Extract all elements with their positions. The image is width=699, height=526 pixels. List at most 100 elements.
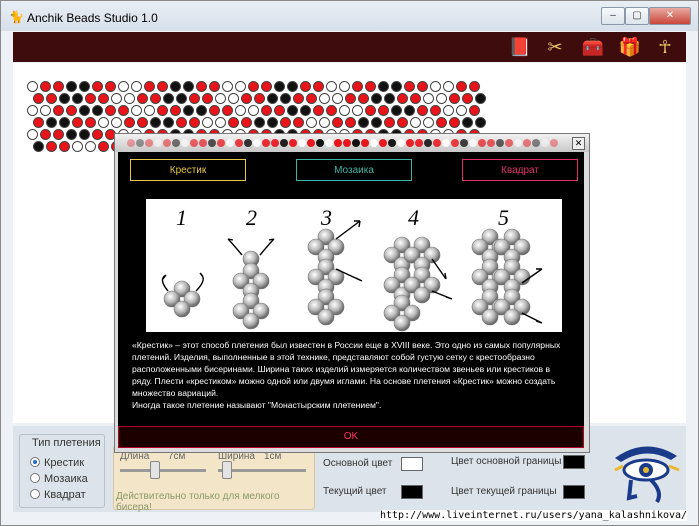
bead[interactable]	[189, 93, 200, 104]
radio-mozaika[interactable]: Мозаика	[30, 473, 88, 485]
bead[interactable]	[397, 117, 408, 128]
bead[interactable]	[137, 93, 148, 104]
bead[interactable]	[293, 93, 304, 104]
bead[interactable]	[144, 81, 155, 92]
bead[interactable]	[378, 81, 389, 92]
bead[interactable]	[365, 81, 376, 92]
bead[interactable]	[40, 129, 51, 140]
bead[interactable]	[410, 117, 421, 128]
bead[interactable]	[313, 81, 324, 92]
bead[interactable]	[332, 93, 343, 104]
bead[interactable]	[59, 117, 70, 128]
bead[interactable]	[85, 117, 96, 128]
radio-krestik[interactable]: Крестик	[30, 457, 84, 469]
bead[interactable]	[326, 105, 337, 116]
bead[interactable]	[443, 81, 454, 92]
bead[interactable]	[287, 81, 298, 92]
bead[interactable]	[98, 117, 109, 128]
bead[interactable]	[469, 105, 480, 116]
radio-kvadrat[interactable]: Квадрат	[30, 489, 86, 501]
bead[interactable]	[72, 141, 83, 152]
bead[interactable]	[267, 117, 278, 128]
bead[interactable]	[72, 93, 83, 104]
bead[interactable]	[456, 81, 467, 92]
width-slider-thumb[interactable]	[222, 461, 232, 479]
bead[interactable]	[313, 105, 324, 116]
bead[interactable]	[248, 105, 259, 116]
radio-dot[interactable]	[30, 473, 40, 483]
bead[interactable]	[183, 81, 194, 92]
tools-icon[interactable]: ✂	[543, 34, 567, 60]
bead[interactable]	[358, 93, 369, 104]
bead[interactable]	[46, 93, 57, 104]
bead[interactable]	[124, 117, 135, 128]
bead[interactable]	[92, 105, 103, 116]
bead[interactable]	[475, 117, 486, 128]
bead[interactable]	[306, 93, 317, 104]
bead[interactable]	[157, 81, 168, 92]
bead[interactable]	[196, 105, 207, 116]
bead[interactable]	[40, 81, 51, 92]
bead[interactable]	[222, 81, 233, 92]
bead[interactable]	[202, 93, 213, 104]
bead[interactable]	[319, 93, 330, 104]
tab-mozaika[interactable]: Мозаика	[296, 159, 412, 181]
bead[interactable]	[371, 117, 382, 128]
bead[interactable]	[170, 105, 181, 116]
bead[interactable]	[53, 105, 64, 116]
main-color-swatch[interactable]	[401, 457, 423, 471]
current-color-swatch[interactable]	[401, 485, 423, 499]
length-slider-thumb[interactable]	[150, 461, 160, 479]
bead[interactable]	[261, 105, 272, 116]
bead[interactable]	[131, 81, 142, 92]
bead[interactable]	[436, 93, 447, 104]
bead[interactable]	[105, 81, 116, 92]
bead[interactable]	[183, 105, 194, 116]
bead[interactable]	[72, 117, 83, 128]
bead[interactable]	[85, 141, 96, 152]
bead[interactable]	[66, 129, 77, 140]
bead[interactable]	[417, 105, 428, 116]
bead[interactable]	[163, 93, 174, 104]
bead[interactable]	[118, 81, 129, 92]
box-icon[interactable]: 🎁	[618, 34, 642, 60]
bead[interactable]	[157, 105, 168, 116]
bead[interactable]	[170, 81, 181, 92]
bead[interactable]	[430, 81, 441, 92]
bead[interactable]	[326, 81, 337, 92]
bead[interactable]	[332, 117, 343, 128]
bead[interactable]	[92, 129, 103, 140]
bead[interactable]	[176, 117, 187, 128]
bead[interactable]	[150, 93, 161, 104]
bead[interactable]	[85, 93, 96, 104]
bead[interactable]	[254, 93, 265, 104]
tab-krestik[interactable]: Крестик	[130, 159, 246, 181]
bead[interactable]	[79, 81, 90, 92]
bead[interactable]	[345, 117, 356, 128]
bead[interactable]	[66, 105, 77, 116]
bead[interactable]	[280, 93, 291, 104]
bead[interactable]	[235, 105, 246, 116]
bead[interactable]	[209, 105, 220, 116]
bead[interactable]	[397, 93, 408, 104]
book-icon[interactable]: 📕	[508, 34, 532, 60]
bead[interactable]	[417, 81, 428, 92]
minimize-button[interactable]: –	[601, 7, 625, 25]
bead[interactable]	[410, 93, 421, 104]
bead[interactable]	[378, 105, 389, 116]
bead[interactable]	[46, 117, 57, 128]
dialog-close-button[interactable]: ✕	[572, 137, 585, 150]
bead[interactable]	[248, 81, 259, 92]
bead[interactable]	[176, 93, 187, 104]
bead[interactable]	[358, 117, 369, 128]
bead[interactable]	[111, 117, 122, 128]
maximize-button[interactable]: ▢	[625, 7, 649, 25]
bead[interactable]	[280, 117, 291, 128]
bead[interactable]	[27, 129, 38, 140]
bead[interactable]	[365, 105, 376, 116]
bead[interactable]	[189, 117, 200, 128]
bead[interactable]	[144, 105, 155, 116]
bead[interactable]	[215, 93, 226, 104]
bead[interactable]	[449, 93, 460, 104]
bead[interactable]	[384, 117, 395, 128]
